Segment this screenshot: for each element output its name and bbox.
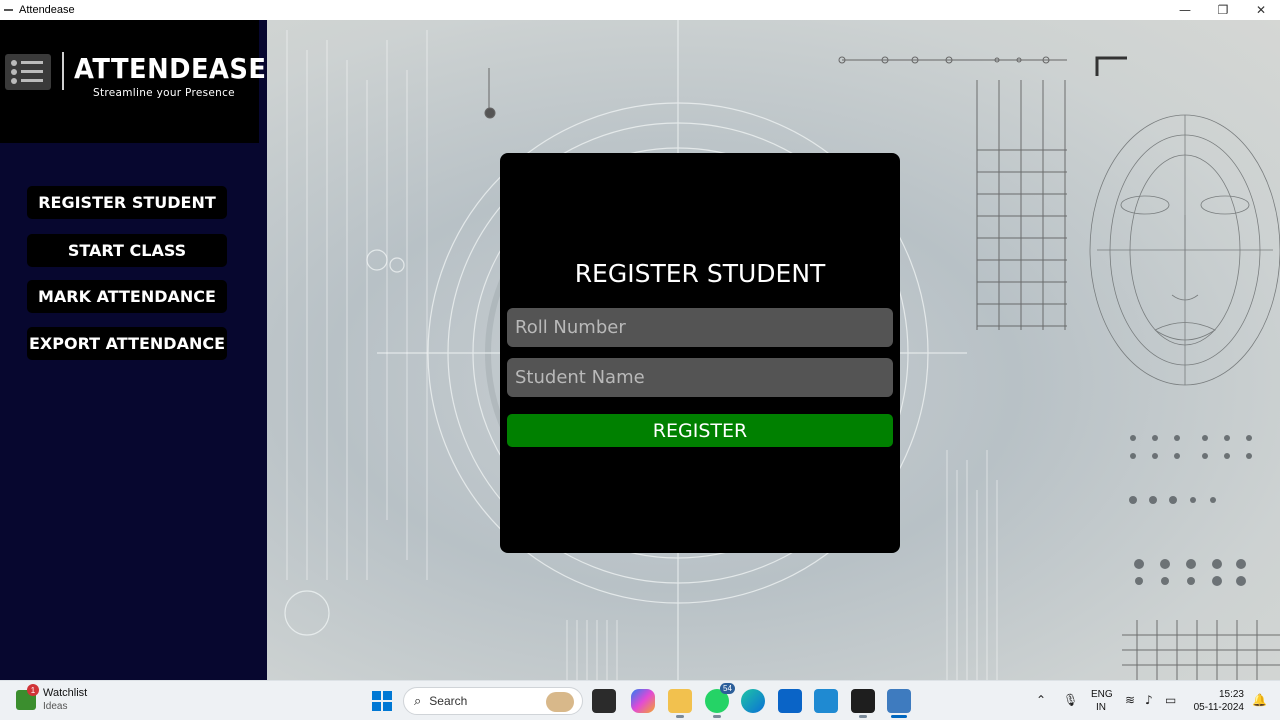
register-student-button[interactable]: REGISTER STUDENT (27, 186, 227, 219)
register-button[interactable]: REGISTER (507, 414, 893, 447)
language-code: ENG (1091, 689, 1113, 700)
whatsapp-icon[interactable]: 54 (705, 683, 735, 713)
volume-icon[interactable]: ♪ (1145, 693, 1153, 707)
dialog-title: REGISTER STUDENT (574, 259, 826, 288)
export-attendance-button[interactable]: EXPORT ATTENDANCE (27, 327, 227, 360)
whatsapp-badge: 54 (720, 683, 735, 694)
vscode-icon[interactable] (814, 689, 838, 713)
maximize-button[interactable]: ❐ (1204, 0, 1242, 20)
stock-chart-icon: 1 (16, 684, 39, 710)
search-icon: ⌕ (414, 693, 422, 709)
python-app-icon[interactable] (887, 689, 911, 713)
logo-divider (62, 52, 64, 90)
clock-time: 15:23 (1218, 689, 1244, 700)
window-controls: — ❐ ✕ (1166, 0, 1280, 20)
file-explorer-icon[interactable] (668, 689, 692, 713)
logo: ATTENDEASE Streamline your Presence (0, 20, 266, 143)
outlook-icon[interactable] (778, 689, 802, 713)
edge-browser-icon[interactable] (741, 689, 765, 713)
search-label: Search (429, 694, 468, 708)
student-name-input[interactable] (507, 358, 893, 397)
clock[interactable]: 15:23 05-11-2024 (1190, 688, 1244, 714)
windows-start-icon[interactable] (370, 689, 394, 713)
logo-title: ATTENDEASE (74, 52, 267, 85)
clock-date: 05-11-2024 (1193, 702, 1244, 713)
taskbar: 1 Watchlist Ideas ⌕ Search 54 ⌃ 🎙 ENG IN… (0, 680, 1280, 720)
microphone-icon[interactable]: 🎙 (1063, 693, 1078, 707)
widget-title: Watchlist (43, 687, 88, 699)
explorer-active-indicator (676, 715, 684, 718)
mark-attendance-button[interactable]: MARK ATTENDANCE (27, 280, 227, 313)
terminal-icon[interactable] (851, 689, 875, 713)
copilot-icon[interactable] (631, 689, 655, 713)
language-indicator[interactable]: ENG IN (1091, 688, 1113, 714)
logo-tagline: Streamline your Presence (93, 87, 235, 99)
battery-icon[interactable]: ▭ (1165, 693, 1176, 707)
chevron-up-icon[interactable]: ⌃ (1036, 693, 1046, 707)
roll-number-input[interactable] (507, 308, 893, 347)
terminal-active-indicator (859, 715, 867, 718)
widget-subtitle: Ideas (43, 701, 68, 712)
app-icon (4, 9, 13, 11)
notification-bell-icon[interactable]: 🔔 (1252, 693, 1267, 707)
watchlist-widget[interactable]: 1 Watchlist Ideas (16, 684, 88, 713)
taskbar-search[interactable]: ⌕ Search (403, 687, 583, 715)
widget-badge: 1 (27, 684, 39, 696)
start-class-button[interactable]: START CLASS (27, 234, 227, 267)
window-title: Attendease (19, 4, 75, 16)
sidebar: ATTENDEASE Streamline your Presence REGI… (0, 20, 267, 680)
attendance-list-icon (5, 54, 51, 90)
wifi-icon[interactable]: ≋ (1125, 693, 1135, 707)
register-dialog: REGISTER STUDENT REGISTER (500, 153, 900, 553)
title-bar: Attendease — ❐ ✕ (0, 0, 1280, 20)
close-button[interactable]: ✕ (1242, 0, 1280, 20)
region-code: IN (1096, 702, 1106, 713)
minimize-button[interactable]: — (1166, 0, 1204, 20)
search-highlight-icon (546, 692, 574, 712)
task-view-icon[interactable] (592, 689, 616, 713)
python-active-indicator (891, 715, 907, 718)
whatsapp-active-indicator (713, 715, 721, 718)
